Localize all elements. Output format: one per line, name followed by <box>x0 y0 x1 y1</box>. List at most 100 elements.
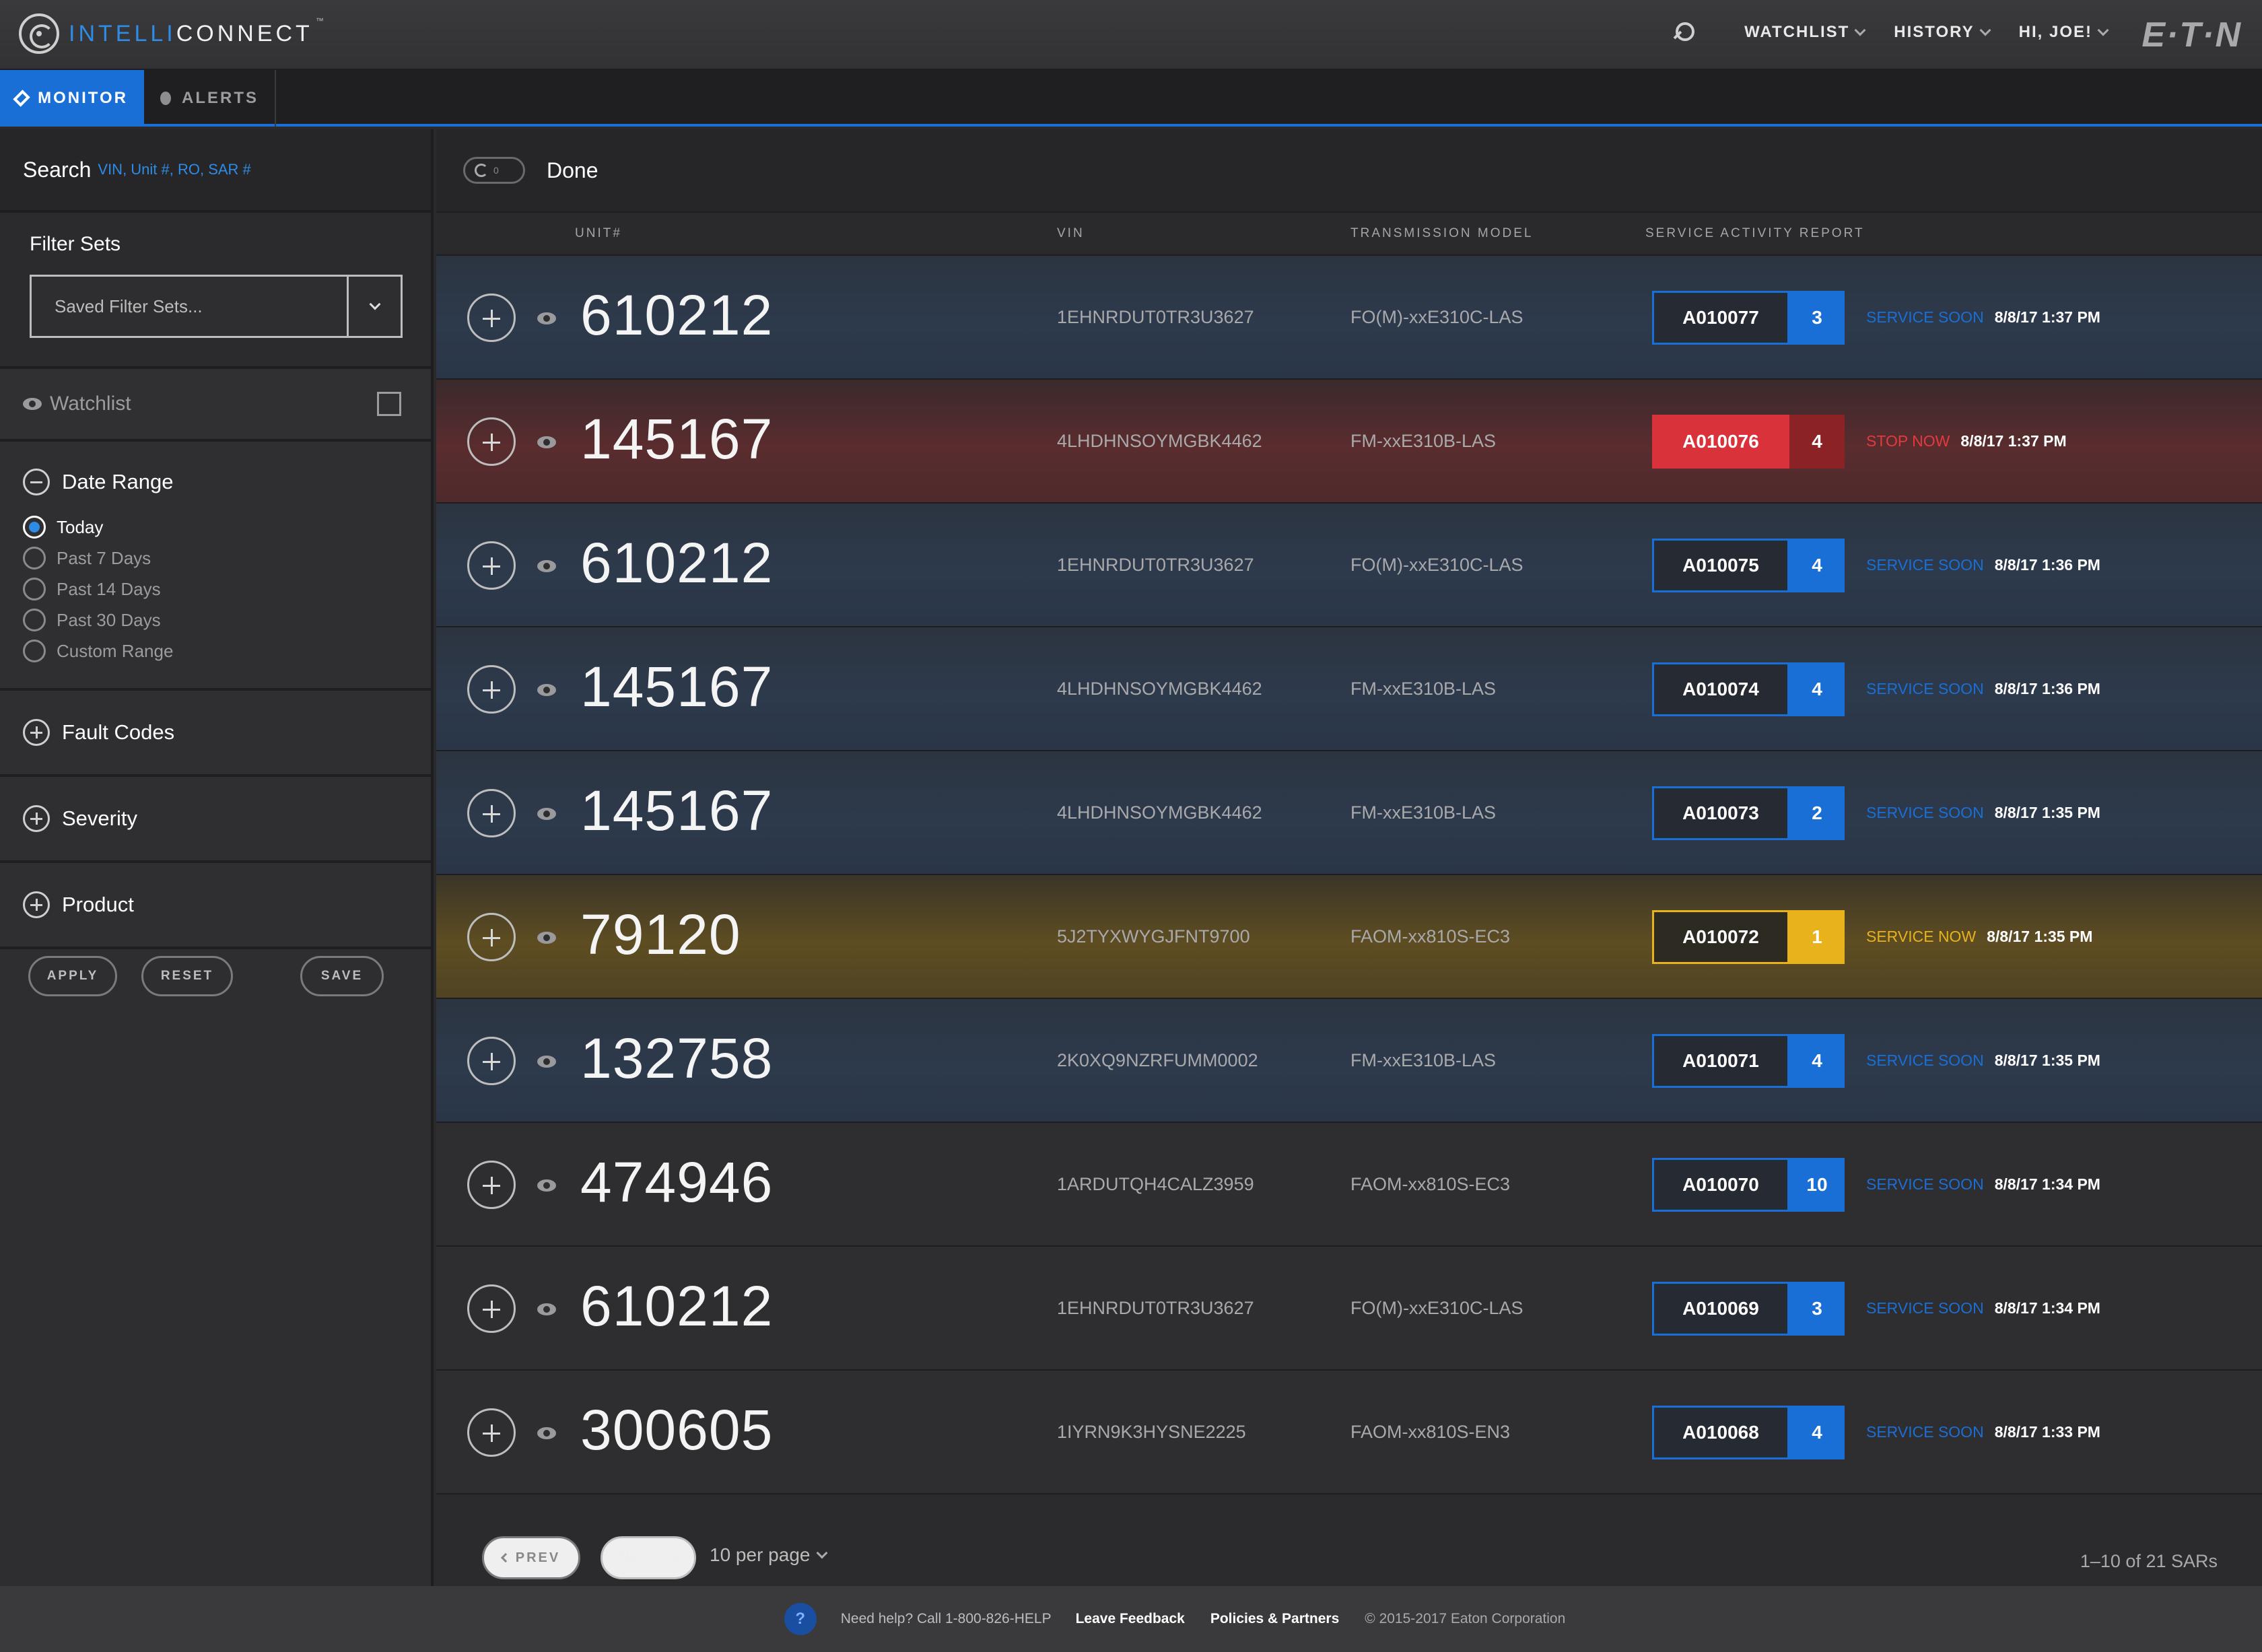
apply-button[interactable]: APPLY <box>28 956 117 996</box>
eye-icon[interactable] <box>537 312 556 324</box>
search-icon[interactable] <box>1673 21 1696 44</box>
column-header-service-activity-report[interactable]: SERVICE ACTIVITY REPORT <box>1645 226 1865 241</box>
eye-icon[interactable] <box>537 684 556 696</box>
leave-feedback-link[interactable]: Leave Feedback <box>1076 1611 1185 1627</box>
reset-button[interactable]: RESET <box>141 956 233 996</box>
eye-icon[interactable] <box>537 932 556 944</box>
eye-icon[interactable] <box>537 436 556 448</box>
sar-badge[interactable]: A010077 3 <box>1652 291 1845 345</box>
add-to-watchlist-icon[interactable] <box>467 665 516 714</box>
unit-number[interactable]: 132758 <box>580 1026 773 1091</box>
table-row[interactable]: 145167 4LHDHNSOYMGBK4462 FM-xxE310B-LAS A01… <box>436 751 2262 875</box>
table-row[interactable]: 300605 1IYRN9K3HYSNE2225 FAOM-xx810S-EN3 A0… <box>436 1371 2262 1494</box>
brand[interactable]: INTELLICONNECT ™ <box>19 9 324 58</box>
add-to-watchlist-icon[interactable] <box>467 789 516 837</box>
table-row[interactable]: 132758 2K0XQ9NZRFUMM0002 FM-xxE310B-LAS A01… <box>436 999 2262 1123</box>
prev-button[interactable]: PREV <box>482 1536 580 1579</box>
sar-badge[interactable]: A010073 2 <box>1652 786 1845 840</box>
date-option-past-30-days[interactable]: Past 30 Days <box>23 605 431 635</box>
sar-badge[interactable]: A010070 10 <box>1652 1158 1845 1212</box>
sar-list-panel: 0 Done UNIT# VIN TRANSMISSION MODEL SERV… <box>436 129 2262 1586</box>
eye-icon[interactable] <box>537 1303 556 1315</box>
radio-button[interactable] <box>23 609 46 631</box>
sar-badge[interactable]: A010076 4 <box>1652 415 1845 469</box>
date-option-custom-range[interactable]: Custom Range <box>23 635 431 666</box>
radio-button[interactable] <box>23 640 46 662</box>
dropdown-button[interactable] <box>347 277 401 336</box>
search-input[interactable]: Search VIN, Unit #, RO, SAR # <box>0 129 431 213</box>
table-row[interactable]: 610212 1EHNRDUT0TR3U3627 FO(M)-xxE310C-LAS… <box>436 1247 2262 1371</box>
column-header-unit[interactable]: UNIT# <box>575 226 622 241</box>
table-row[interactable]: 610212 1EHNRDUT0TR3U3627 FO(M)-xxE310C-LAS… <box>436 504 2262 627</box>
sar-badge[interactable]: A010074 4 <box>1652 662 1845 716</box>
unit-number[interactable]: 610212 <box>580 530 773 596</box>
unit-number[interactable]: 79120 <box>580 902 741 967</box>
table-row[interactable]: 145167 4LHDHNSOYMGBK4462 FM-xxE310B-LAS A01… <box>436 627 2262 751</box>
unit-number[interactable]: 145167 <box>580 407 773 472</box>
sar-badge[interactable]: A010069 3 <box>1652 1282 1845 1336</box>
eye-icon[interactable] <box>537 808 556 820</box>
save-button[interactable]: SAVE <box>300 956 384 996</box>
tab-monitor-label: MONITOR <box>38 89 128 107</box>
add-to-watchlist-icon[interactable] <box>467 1037 516 1085</box>
saved-filter-sets-select[interactable]: Saved Filter Sets... <box>30 275 403 338</box>
sar-badge[interactable]: A010075 4 <box>1652 539 1845 592</box>
add-to-watchlist-icon[interactable] <box>467 1284 516 1333</box>
column-header-transmission-model[interactable]: TRANSMISSION MODEL <box>1350 226 1533 241</box>
column-header-vin[interactable]: VIN <box>1057 226 1085 241</box>
severity-section[interactable]: Severity <box>0 777 431 863</box>
watchlist-checkbox[interactable] <box>377 392 401 416</box>
sar-fault-count: 4 <box>1789 415 1845 469</box>
tab-monitor[interactable]: MONITOR <box>0 70 144 127</box>
table-row[interactable]: 79120 5J2TYXWYGJFNT9700 FAOM-xx810S-EC3 A01… <box>436 875 2262 999</box>
tab-alerts[interactable]: ALERTS <box>144 70 276 127</box>
unit-number[interactable]: 145167 <box>580 654 773 720</box>
unit-number[interactable]: 610212 <box>580 1274 773 1339</box>
status-badge: SERVICE SOON 8/8/17 1:33 PM <box>1866 1423 2100 1441</box>
next-button[interactable]: NEXT <box>601 1536 696 1579</box>
radio-button[interactable] <box>23 516 46 539</box>
date-option-today[interactable]: Today <box>23 512 431 543</box>
date-range-toggle[interactable]: Date Range <box>23 469 431 495</box>
sar-badge[interactable]: A010072 1 <box>1652 910 1845 964</box>
filter-sets-title: Filter Sets <box>30 233 121 255</box>
table-row[interactable]: 610212 1EHNRDUT0TR3U3627 FO(M)-xxE310C-LAS… <box>436 256 2262 380</box>
watchlist-menu[interactable]: WATCHLIST <box>1744 23 1866 42</box>
eye-icon[interactable] <box>537 1179 556 1192</box>
product-section[interactable]: Product <box>0 863 431 949</box>
sar-badge[interactable]: A010071 4 <box>1652 1034 1845 1088</box>
date-option-past-14-days[interactable]: Past 14 Days <box>23 574 431 605</box>
pagination: PREV NEXT 10 per page 1–10 of 21 SARs <box>436 1494 2262 1586</box>
fault-codes-section[interactable]: Fault Codes <box>0 691 431 777</box>
date-option-past-7-days[interactable]: Past 7 Days <box>23 543 431 574</box>
user-menu[interactable]: HI, JOE! <box>2019 23 2109 42</box>
per-page-select[interactable]: 10 per page <box>710 1544 828 1566</box>
radio-button[interactable] <box>23 578 46 600</box>
unit-number[interactable]: 610212 <box>580 283 773 348</box>
status-timestamp: 8/8/17 1:37 PM <box>1994 308 2100 326</box>
status-timestamp: 8/8/17 1:34 PM <box>1994 1299 2100 1317</box>
eye-icon[interactable] <box>537 1056 556 1068</box>
refresh-toggle[interactable]: 0 <box>463 157 525 184</box>
sar-badge[interactable]: A010068 4 <box>1652 1406 1845 1459</box>
unit-number[interactable]: 300605 <box>580 1398 773 1463</box>
status-timestamp: 8/8/17 1:35 PM <box>1994 804 2100 821</box>
eye-icon[interactable] <box>537 1427 556 1439</box>
add-to-watchlist-icon[interactable] <box>467 1161 516 1209</box>
help-icon[interactable]: ? <box>784 1603 817 1635</box>
add-to-watchlist-icon[interactable] <box>467 294 516 342</box>
history-menu[interactable]: HISTORY <box>1894 23 1991 42</box>
add-to-watchlist-icon[interactable] <box>467 541 516 590</box>
unit-number[interactable]: 474946 <box>580 1150 773 1215</box>
add-to-watchlist-icon[interactable] <box>467 1408 516 1457</box>
add-to-watchlist-icon[interactable] <box>467 913 516 961</box>
table-row[interactable]: 474946 1ARDUTQH4CALZ3959 FAOM-xx810S-EC3 A0… <box>436 1123 2262 1247</box>
unit-number[interactable]: 145167 <box>580 778 773 844</box>
policies-partners-link[interactable]: Policies & Partners <box>1210 1611 1339 1627</box>
sar-fault-count: 3 <box>1789 291 1845 345</box>
table-row[interactable]: 145167 4LHDHNSOYMGBK4462 FM-xxE310B-LAS A01… <box>436 380 2262 504</box>
chevron-right-icon <box>669 1552 679 1563</box>
radio-button[interactable] <box>23 547 46 570</box>
add-to-watchlist-icon[interactable] <box>467 417 516 466</box>
eye-icon[interactable] <box>537 560 556 572</box>
